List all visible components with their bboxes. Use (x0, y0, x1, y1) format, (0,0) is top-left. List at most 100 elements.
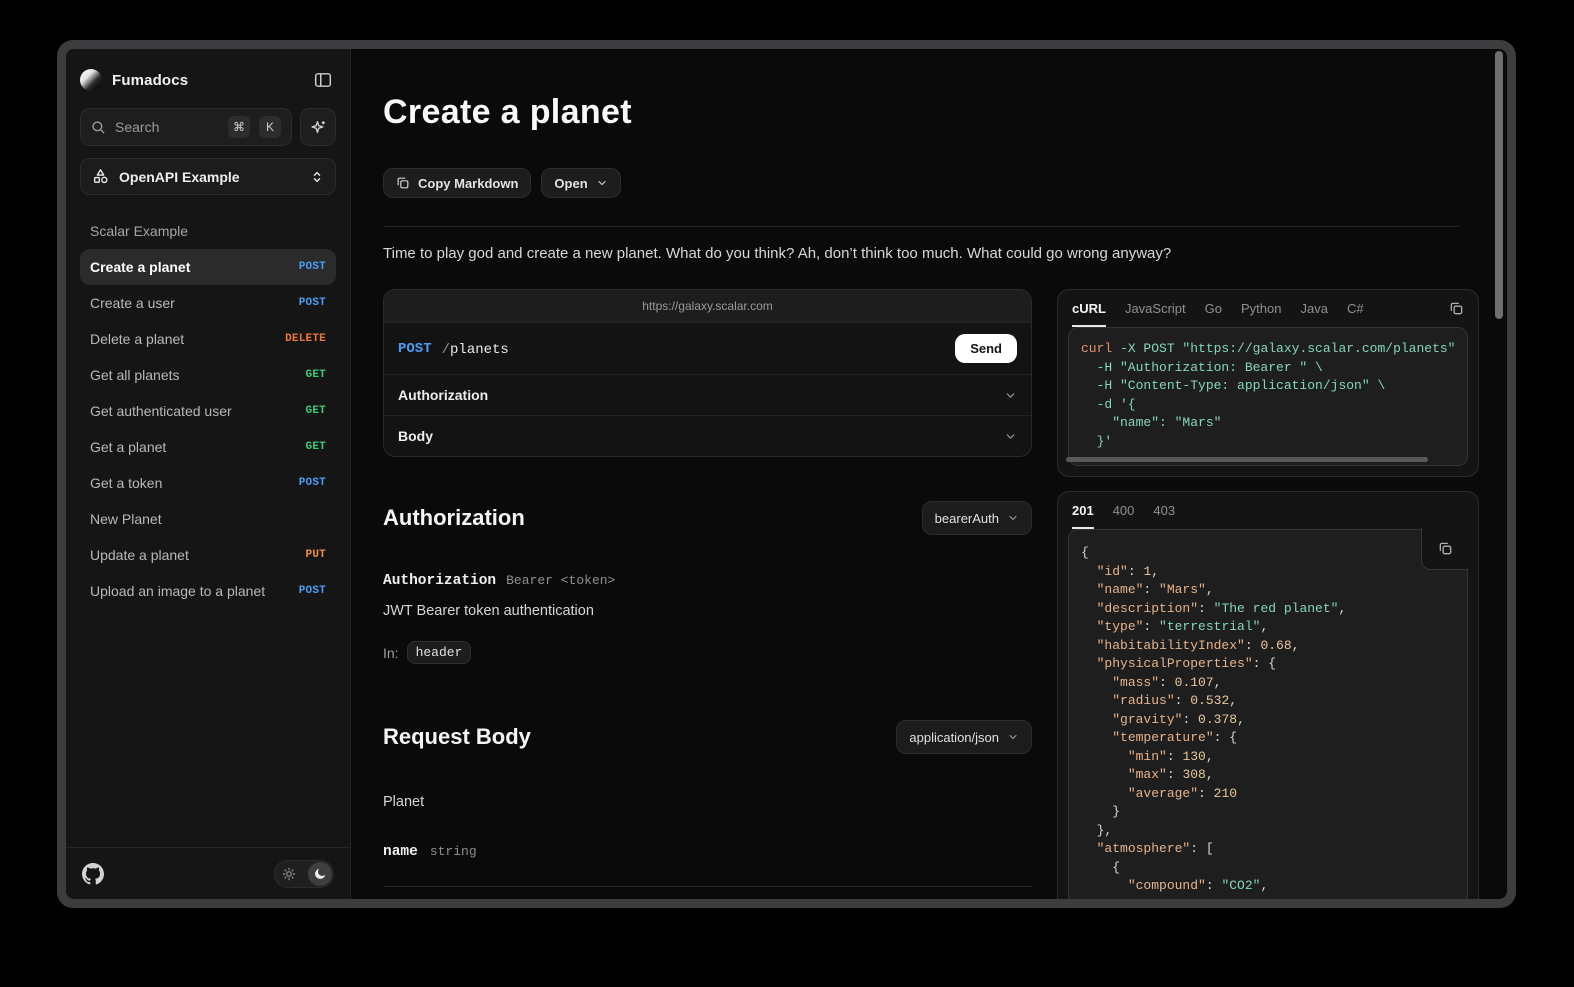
tab-403[interactable]: 403 (1153, 503, 1175, 529)
curl-code: curl -X POST "https://galaxy.scalar.com/… (1068, 327, 1468, 466)
tab-python[interactable]: Python (1241, 301, 1281, 327)
github-icon (82, 863, 104, 885)
kbd-cmd: ⌘ (228, 116, 250, 138)
sidebar-item-new-planet[interactable]: New Planet (80, 501, 336, 537)
sidebar-nav: Scalar Example Create a planet POST Crea… (66, 195, 350, 847)
page-title: Create a planet (383, 93, 1459, 132)
code-horizontal-scrollbar[interactable] (1066, 457, 1428, 462)
theme-toggle[interactable] (274, 860, 334, 888)
tab-go[interactable]: Go (1205, 301, 1222, 327)
nav-item-label: Create a user (90, 295, 175, 311)
request-method: POST (398, 341, 432, 357)
copy-icon (1438, 541, 1453, 556)
sidebar-item-get-a-token[interactable]: Get a token POST (80, 465, 336, 501)
method-badge: POST (299, 585, 326, 597)
content-columns: https://galaxy.scalar.com POST /planets … (383, 289, 1459, 899)
nav-item-label: Get a planet (90, 439, 166, 455)
tab-400[interactable]: 400 (1113, 503, 1135, 529)
auth-scheme-select[interactable]: bearerAuth (922, 501, 1032, 535)
method-badge: GET (306, 441, 326, 453)
auth-param-name: Authorization (383, 573, 496, 589)
github-link[interactable] (82, 863, 104, 885)
request-row: POST /planets Send (384, 323, 1031, 374)
sidebar-item-get-all-planets[interactable]: Get all planets GET (80, 357, 336, 393)
field-type: string (430, 844, 477, 859)
method-badge: POST (299, 261, 326, 273)
main-content: Create a planet Copy Markdown Open (351, 49, 1507, 899)
copy-response-button[interactable] (1438, 541, 1453, 556)
send-button[interactable]: Send (955, 334, 1017, 363)
ai-search-button[interactable] (300, 108, 336, 146)
playground-section-label: Body (398, 428, 433, 444)
sidebar-item-create-a-user[interactable]: Create a user POST (80, 285, 336, 321)
divider (383, 886, 1032, 887)
copy-markdown-button[interactable]: Copy Markdown (383, 168, 531, 198)
sidebar-item-get-authenticated-user[interactable]: Get authenticated user GET (80, 393, 336, 429)
open-button[interactable]: Open (541, 168, 620, 198)
base-url: https://galaxy.scalar.com (384, 290, 1031, 323)
copy-code-button[interactable] (1449, 301, 1464, 316)
sidebar: Fumadocs (66, 49, 351, 899)
search-icon (91, 120, 106, 135)
code-sample-panel: cURL JavaScript Go Python Java C# (1057, 289, 1479, 477)
copy-icon (396, 176, 410, 190)
response-panel: 201 400 403 { "id": 1, "name": "Mars", "… (1057, 491, 1479, 899)
sidebar-item-delete-a-planet[interactable]: Delete a planet DELETE (80, 321, 336, 357)
tab-201[interactable]: 201 (1072, 503, 1094, 529)
copy-icon (1449, 301, 1464, 316)
playground-body-toggle[interactable]: Body (384, 415, 1031, 456)
brand-name: Fumadocs (112, 72, 188, 89)
tab-csharp[interactable]: C# (1347, 301, 1364, 327)
sidebar-item-create-a-planet[interactable]: Create a planet POST (80, 249, 336, 285)
auth-in-row: In: header (383, 641, 1032, 664)
response-tabs: 201 400 403 (1058, 492, 1478, 529)
tab-curl[interactable]: cURL (1072, 301, 1106, 327)
authorization-header: Authorization bearerAuth (383, 501, 1032, 535)
response-code: { "id": 1, "name": "Mars", "description"… (1068, 529, 1468, 899)
request-body-header: Request Body application/json (383, 720, 1032, 754)
window-scrollbar[interactable] (1495, 51, 1503, 319)
method-badge: GET (306, 369, 326, 381)
endpoint-description: Time to play god and create a new planet… (383, 245, 1459, 262)
actions-row: Copy Markdown Open (383, 168, 1459, 198)
nav-item-label: Get authenticated user (90, 403, 232, 419)
chevrons-up-down-icon (310, 170, 324, 184)
fumadocs-logo (80, 69, 102, 91)
request-path: planets (450, 342, 509, 358)
chevron-down-icon (596, 177, 608, 189)
nav-item-label: Upload an image to a planet (90, 583, 265, 599)
search-row: Search ⌘ K (80, 108, 336, 146)
sidebar-item-update-a-planet[interactable]: Update a planet PUT (80, 537, 336, 573)
sidebar-item-upload-an-image-to-a-planet[interactable]: Upload an image to a planet POST (80, 573, 336, 609)
field-name: name (383, 844, 418, 860)
nav-item-label: Update a planet (90, 547, 189, 563)
chevron-down-icon (1007, 512, 1019, 524)
nav-item-label: New Planet (90, 511, 162, 527)
chevron-down-icon (1004, 389, 1017, 402)
nav-section-label: Scalar Example (80, 223, 336, 239)
nav-item-label: Create a planet (90, 259, 190, 275)
code-sample-tabs: cURL JavaScript Go Python Java C# (1058, 290, 1478, 327)
divider (383, 226, 1459, 227)
tab-javascript[interactable]: JavaScript (1125, 301, 1186, 327)
auth-param-type: Bearer <token> (506, 573, 615, 588)
sidebar-top: Fumadocs (66, 49, 350, 195)
method-badge: POST (299, 477, 326, 489)
playground-authorization-toggle[interactable]: Authorization (384, 374, 1031, 415)
search-input[interactable]: Search ⌘ K (80, 108, 292, 146)
content-type-select[interactable]: application/json (896, 720, 1032, 754)
nav-item-label: Get a token (90, 475, 162, 491)
right-column: cURL JavaScript Go Python Java C# (1057, 289, 1479, 899)
method-badge: POST (299, 297, 326, 309)
sidebar-item-get-a-planet[interactable]: Get a planet GET (80, 429, 336, 465)
shapes-icon (92, 168, 109, 185)
request-body-title: Request Body (383, 724, 531, 750)
sidebar-footer (66, 847, 350, 899)
method-badge: DELETE (285, 333, 326, 345)
sidebar-collapse-button[interactable] (310, 67, 336, 93)
content-type-value: application/json (909, 730, 999, 745)
field-row-name: name string (383, 844, 1032, 860)
project-select[interactable]: OpenAPI Example (80, 158, 336, 195)
tab-java[interactable]: Java (1300, 301, 1327, 327)
playground-section-label: Authorization (398, 387, 488, 403)
